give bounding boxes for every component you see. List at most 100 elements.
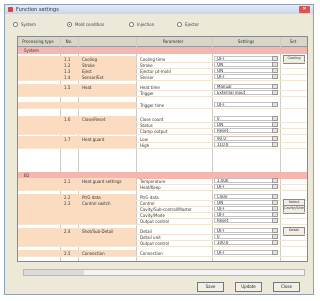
dropdown-arrow-icon[interactable] bbox=[272, 178, 278, 183]
dropdown-arrow-icon[interactable] bbox=[272, 212, 278, 217]
dropdown-arrow-icon[interactable] bbox=[272, 84, 278, 89]
radio-indicator bbox=[129, 22, 134, 27]
close-button[interactable]: ✕ bbox=[299, 6, 310, 13]
row-parameter: Output control bbox=[140, 241, 170, 246]
column-header: Settings bbox=[237, 39, 255, 44]
setting-field[interactable]: 110.0 bbox=[214, 142, 278, 147]
dropdown-arrow-icon[interactable] bbox=[272, 228, 278, 233]
setting-field[interactable]: External input bbox=[214, 90, 278, 95]
row-category-bg bbox=[18, 128, 136, 134]
setting-field[interactable]: OFF bbox=[214, 250, 278, 255]
settings-table: Processing type No. Parameter Settings S… bbox=[17, 36, 308, 262]
setting-field[interactable]: 0 bbox=[214, 234, 278, 239]
radio-indicator bbox=[13, 22, 18, 27]
row-category-bg bbox=[18, 218, 136, 224]
setting-field[interactable]: OFF bbox=[214, 184, 278, 189]
window-title: Function settings bbox=[16, 7, 59, 13]
dropdown-arrow-icon[interactable] bbox=[272, 90, 278, 95]
app-icon bbox=[8, 7, 13, 12]
dropdown-arrow-icon[interactable] bbox=[272, 116, 278, 121]
setting-field[interactable]: 90.0 bbox=[214, 136, 278, 141]
table-row: 1.4 Sensor/Ext Sensor OFF bbox=[18, 74, 307, 81]
setting-field[interactable]: Reset bbox=[214, 128, 278, 133]
horizontal-scrollbar[interactable] bbox=[23, 269, 305, 276]
setting-field[interactable]: OFF bbox=[214, 212, 278, 217]
dropdown-arrow-icon[interactable] bbox=[272, 234, 278, 239]
close-dialog-button[interactable]: Close bbox=[273, 282, 300, 292]
table-row: Output control Reset bbox=[18, 218, 307, 225]
dropdown-arrow-icon[interactable] bbox=[272, 122, 278, 127]
dropdown-arrow-icon[interactable] bbox=[272, 62, 278, 67]
setting-field[interactable]: ON bbox=[214, 62, 278, 67]
table-row: Clamp output Reset bbox=[18, 128, 307, 135]
table-row: Trigger time OFF bbox=[18, 102, 307, 109]
row-category-bg bbox=[18, 90, 136, 96]
dropdown-arrow-icon[interactable] bbox=[272, 250, 278, 255]
row-parameter: Output control bbox=[140, 219, 170, 224]
dropdown-arrow-icon[interactable] bbox=[272, 240, 278, 245]
radio-indicator bbox=[177, 22, 182, 27]
radio-label: Mold condition bbox=[75, 22, 105, 27]
dropdown-arrow-icon[interactable] bbox=[272, 102, 278, 107]
radio-label: Ejector bbox=[185, 22, 199, 27]
column-header: No. bbox=[65, 39, 73, 44]
setting-field[interactable]: Manual bbox=[214, 84, 278, 89]
row-parameter: Heat/Keep bbox=[140, 185, 161, 190]
table-row: 2.5 Connection Connection OFF bbox=[18, 250, 307, 257]
setting-field[interactable]: ON bbox=[214, 68, 278, 73]
row-category-bg bbox=[18, 184, 136, 190]
setting-field[interactable]: 1,000 bbox=[214, 178, 278, 183]
dropdown-arrow-icon[interactable] bbox=[272, 200, 278, 205]
radio-injection[interactable]: Injection bbox=[129, 21, 154, 28]
setting-field[interactable]: OFF bbox=[214, 206, 278, 211]
row-parameter: Clamp output bbox=[140, 129, 168, 134]
row-parameter: Sensor bbox=[140, 75, 154, 80]
column-header: Processing type bbox=[22, 39, 54, 44]
setting-field[interactable]: Clear bbox=[214, 194, 278, 199]
radio-system[interactable]: System bbox=[13, 21, 36, 28]
dropdown-arrow-icon[interactable] bbox=[272, 128, 278, 133]
row-category-bg bbox=[18, 102, 136, 108]
dropdown-arrow-icon[interactable] bbox=[272, 142, 278, 147]
table-row: High 110.0 bbox=[18, 142, 307, 149]
row-number: 1.4 bbox=[64, 75, 71, 80]
column-header: Set bbox=[289, 39, 297, 44]
row-category-bg bbox=[18, 250, 136, 256]
setting-field[interactable]: ON bbox=[214, 122, 278, 127]
table-row: Output control 100.0 bbox=[18, 240, 307, 247]
setting-field[interactable]: Reset bbox=[214, 218, 278, 223]
dropdown-arrow-icon[interactable] bbox=[272, 74, 278, 79]
setting-field[interactable]: OFF bbox=[214, 74, 278, 79]
row-parameter: Connection bbox=[140, 251, 163, 256]
column-header: Parameter bbox=[162, 39, 184, 44]
save-button[interactable]: Save bbox=[197, 282, 224, 292]
row-category-bg bbox=[18, 142, 136, 148]
radio-ejector[interactable]: Ejector bbox=[177, 21, 199, 28]
setting-field[interactable]: OFF bbox=[214, 228, 278, 233]
row-parameter: Trigger bbox=[140, 91, 154, 96]
table-row: Trigger External input bbox=[18, 90, 307, 97]
dropdown-arrow-icon[interactable] bbox=[272, 184, 278, 189]
setting-field[interactable]: 100.0 bbox=[214, 240, 278, 245]
update-button[interactable]: Update bbox=[235, 282, 262, 292]
group-header: System bbox=[18, 47, 307, 54]
setting-field[interactable]: ON bbox=[214, 200, 278, 205]
row-function-name: Sensor/Ext bbox=[82, 75, 104, 80]
dropdown-arrow-icon[interactable] bbox=[272, 194, 278, 199]
radio-indicator bbox=[67, 22, 72, 27]
row-parameter: High bbox=[140, 143, 150, 148]
table-row: Heat/Keep OFF bbox=[18, 184, 307, 191]
row-parameter: Trigger time bbox=[140, 103, 165, 108]
setting-field[interactable]: 0 bbox=[214, 116, 278, 121]
dropdown-arrow-icon[interactable] bbox=[272, 218, 278, 223]
row-category-bg bbox=[18, 240, 136, 246]
radio-mold-condition[interactable]: Mold condition bbox=[67, 21, 104, 28]
dropdown-arrow-icon[interactable] bbox=[272, 68, 278, 73]
scrollbar-thumb[interactable] bbox=[24, 270, 84, 275]
radio-label: Injection bbox=[137, 22, 155, 27]
setting-field[interactable]: OFF bbox=[214, 56, 278, 61]
dropdown-arrow-icon[interactable] bbox=[272, 56, 278, 61]
dropdown-arrow-icon[interactable] bbox=[272, 136, 278, 141]
setting-field[interactable]: OFF bbox=[214, 102, 278, 107]
dropdown-arrow-icon[interactable] bbox=[272, 206, 278, 211]
